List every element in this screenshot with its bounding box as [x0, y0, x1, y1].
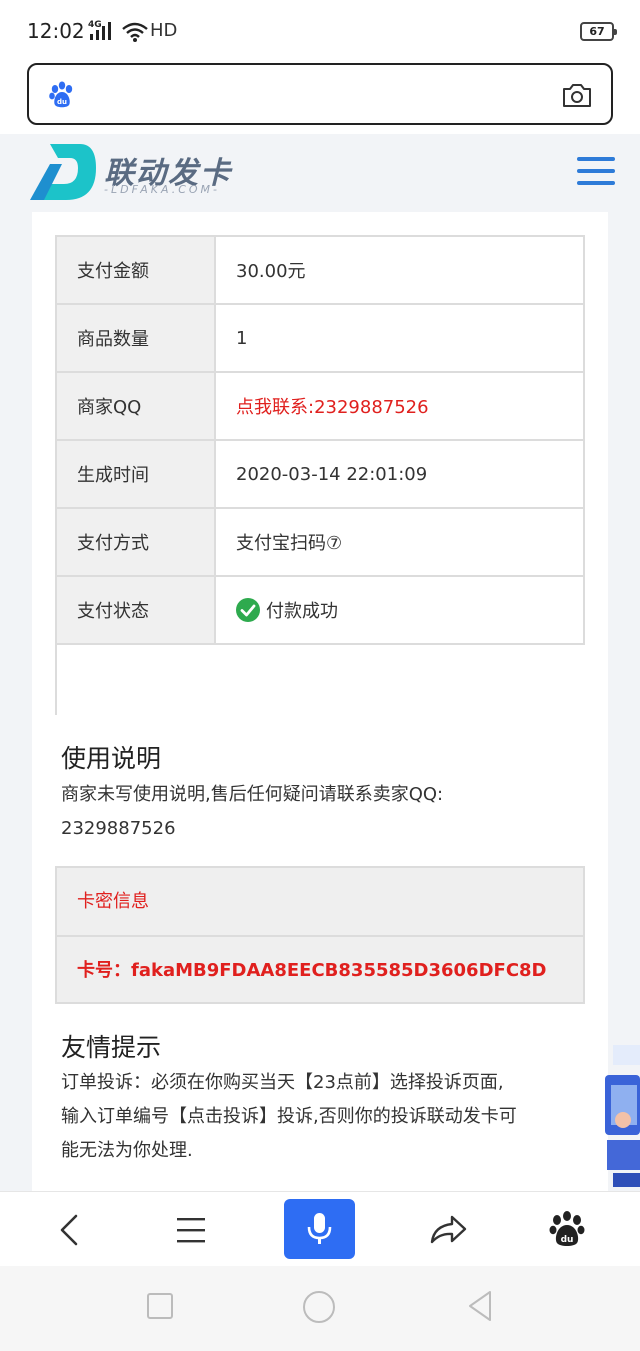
table-row: 商品数量 1	[55, 303, 585, 373]
svg-text:du: du	[57, 98, 67, 106]
tips-line2: 输入订单编号【点击投诉】投诉,否则你的投诉联动发卡可	[61, 1106, 517, 1127]
battery-icon: 67	[580, 22, 617, 41]
table-divider	[55, 645, 57, 715]
camera-icon[interactable]	[561, 81, 593, 109]
value-amount: 30.00元	[214, 235, 585, 305]
value-created-time: 2020-03-14 22:01:09	[214, 439, 585, 509]
home-icon[interactable]	[302, 1290, 336, 1324]
label-payment-status: 支付状态	[55, 575, 216, 645]
card-info-header: 卡密信息	[77, 891, 149, 912]
usage-text-line2: 2329887526	[61, 818, 176, 839]
payment-status-text: 付款成功	[266, 600, 338, 622]
status-time: 12:02	[27, 19, 85, 43]
status-bar: 12:02 4G HD 67	[0, 0, 640, 62]
value-payment-status-cell: 付款成功	[214, 575, 585, 645]
back-icon[interactable]	[466, 1290, 494, 1322]
table-row: 支付金额 30.00元	[55, 235, 585, 305]
tips-title: 友情提示	[61, 1033, 162, 1062]
microphone-icon	[307, 1213, 332, 1244]
table-row: 生成时间 2020-03-14 22:01:09	[55, 439, 585, 509]
usage-text-line1: 商家未写使用说明,售后任何疑问请联系卖家QQ:	[61, 784, 444, 805]
logo-icon[interactable]	[28, 140, 98, 204]
voice-search-button[interactable]	[284, 1199, 355, 1259]
card-info-box: 卡密信息 卡号：fakaMB9FDAA8EECB835585D3606DFC8D	[55, 866, 585, 1004]
recent-apps-icon[interactable]	[146, 1292, 174, 1320]
wifi-icon	[122, 22, 148, 42]
network-type: 4G	[88, 20, 102, 30]
table-row: 支付方式 支付宝扫码⑦	[55, 507, 585, 577]
label-amount: 支付金额	[55, 235, 216, 305]
tips-line1: 订单投诉：必须在你购买当天【23点前】选择投诉页面,	[61, 1072, 504, 1093]
table-row: 支付状态 付款成功	[55, 575, 585, 645]
check-circle-icon	[236, 597, 260, 622]
card-number[interactable]: 卡号：fakaMB9FDAA8EECB835585D3606DFC8D	[57, 935, 583, 1002]
side-illustration-icon	[605, 1045, 640, 1187]
value-payment-method: 支付宝扫码⑦	[214, 507, 585, 577]
label-quantity: 商品数量	[55, 303, 216, 373]
browser-toolbar: du	[0, 1191, 640, 1266]
hd-indicator: HD	[150, 20, 178, 41]
baidu-paw-icon[interactable]: du	[47, 80, 77, 110]
merchant-qq-link[interactable]: 点我联系:2329887526	[214, 371, 585, 441]
tips-line3: 能无法为你处理.	[61, 1140, 193, 1161]
label-merchant-qq: 商家QQ	[55, 371, 216, 441]
search-bar[interactable]: du	[27, 63, 613, 125]
menu-lines-icon[interactable]	[167, 1206, 215, 1254]
baidu-home-icon[interactable]: du	[543, 1206, 591, 1254]
table-row: 商家QQ 点我联系:2329887526	[55, 371, 585, 441]
back-arrow-icon[interactable]	[46, 1206, 94, 1254]
content-panel: 支付金额 30.00元 商品数量 1 商家QQ 点我联系:2329887526 …	[32, 212, 608, 1191]
usage-title: 使用说明	[61, 744, 162, 773]
value-quantity: 1	[214, 303, 585, 373]
system-nav-bar	[0, 1266, 640, 1351]
logo-subtitle: -LDFAKA.COM-	[104, 183, 221, 196]
label-created-time: 生成时间	[55, 439, 216, 509]
order-info-table: 支付金额 30.00元 商品数量 1 商家QQ 点我联系:2329887526 …	[55, 235, 585, 645]
menu-icon[interactable]	[577, 155, 615, 187]
share-icon[interactable]	[424, 1206, 472, 1254]
svg-text:du: du	[561, 1235, 574, 1245]
label-payment-method: 支付方式	[55, 507, 216, 577]
